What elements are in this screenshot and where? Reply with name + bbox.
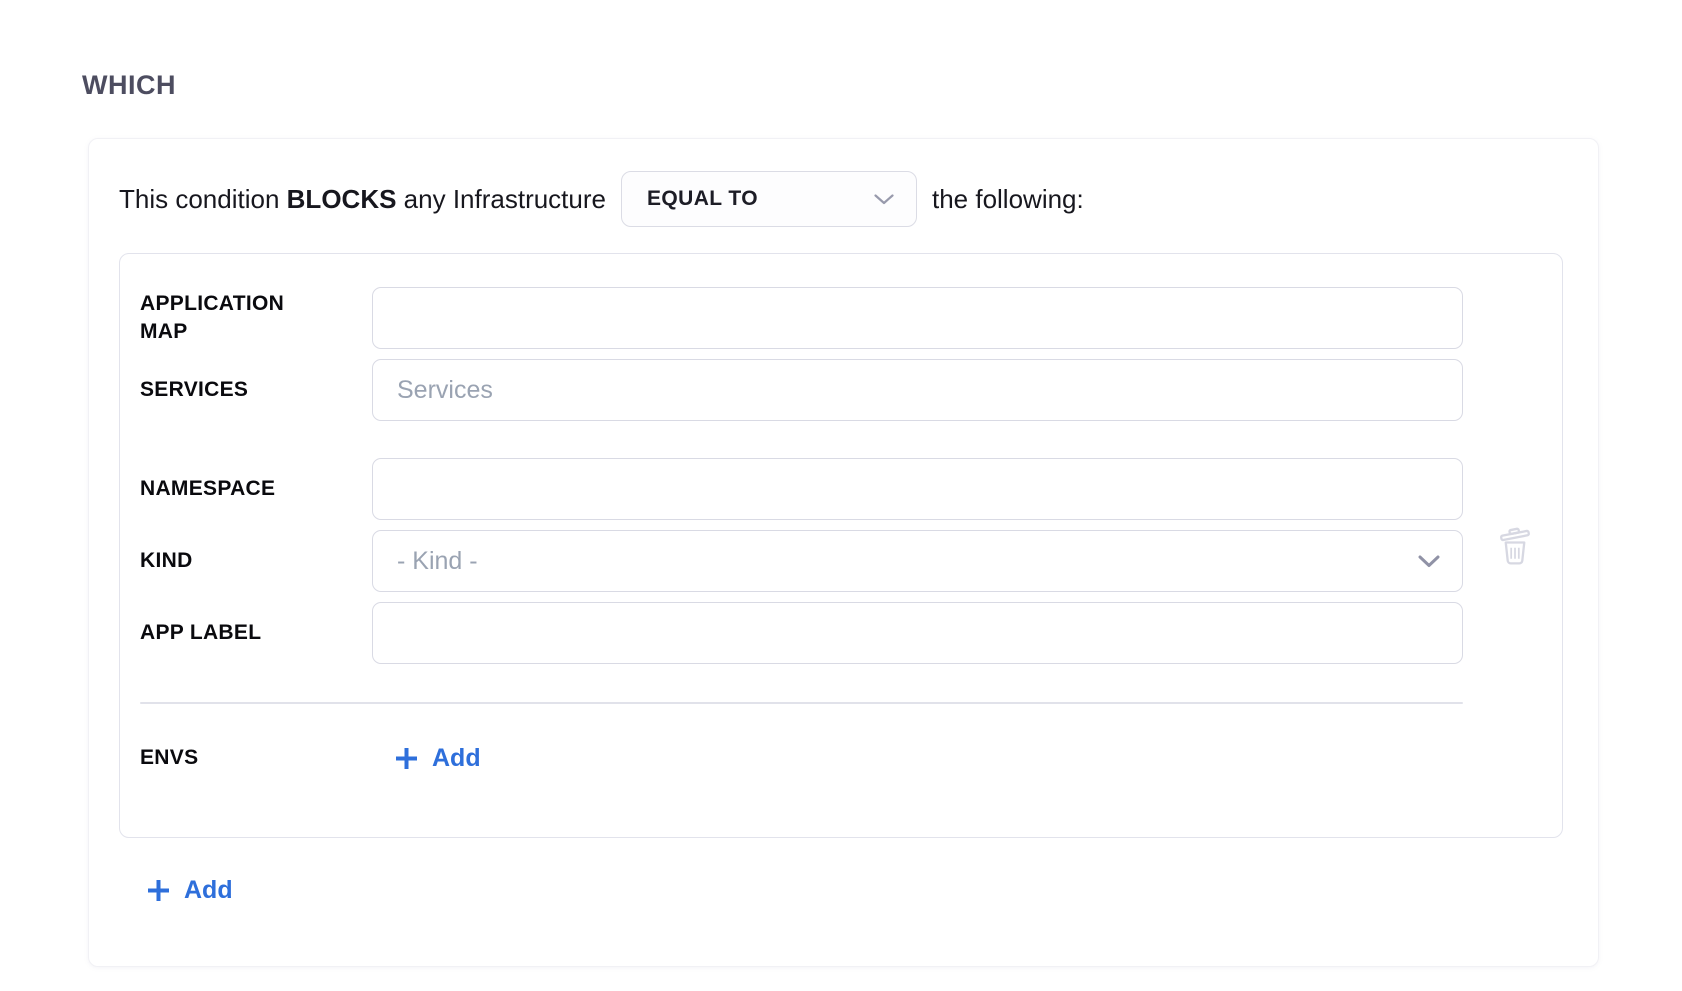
services-label: SERVICES — [140, 376, 372, 404]
kind-label: KIND — [140, 547, 372, 575]
add-env-label: Add — [432, 744, 481, 773]
operator-select[interactable]: EQUAL TO — [621, 171, 917, 227]
condition-text-suffix: the following: — [932, 184, 1084, 215]
infrastructure-fields-card: APPLICATION MAP SERVICES NAMESPACE KIND … — [119, 253, 1563, 838]
field-row-kind: KIND - Kind - — [140, 530, 1463, 592]
trash-icon — [1494, 524, 1536, 568]
field-row-services: SERVICES — [140, 359, 1463, 421]
condition-text-after: any Infrastructure — [404, 184, 606, 214]
app-label-input[interactable] — [372, 602, 1463, 664]
namespace-input[interactable] — [372, 458, 1463, 520]
application-map-label: APPLICATION MAP — [140, 290, 372, 347]
chevron-down-icon — [1418, 555, 1440, 568]
application-map-input[interactable] — [372, 287, 1463, 349]
field-row-application-map: APPLICATION MAP — [140, 287, 1463, 349]
condition-verb: BLOCKS — [287, 184, 397, 214]
envs-label: ENVS — [140, 744, 372, 772]
field-row-app-label: APP LABEL — [140, 602, 1463, 664]
delete-condition-button[interactable] — [1494, 524, 1536, 568]
condition-sentence: This condition BLOCKS any Infrastructure… — [119, 171, 1568, 227]
field-row-envs: ENVS Add — [140, 744, 1562, 773]
kind-placeholder: - Kind - — [397, 547, 478, 576]
plus-icon — [394, 746, 419, 771]
kind-select[interactable]: - Kind - — [372, 530, 1463, 592]
condition-card: This condition BLOCKS any Infrastructure… — [88, 138, 1599, 967]
chevron-down-icon — [874, 194, 894, 205]
condition-text: This condition BLOCKS any Infrastructure — [119, 184, 606, 215]
services-input[interactable] — [372, 359, 1463, 421]
section-title: WHICH — [82, 70, 176, 101]
condition-text-before: This condition — [119, 184, 279, 214]
add-condition-button[interactable]: Add — [146, 876, 233, 905]
operator-value: EQUAL TO — [647, 187, 758, 211]
field-row-namespace: NAMESPACE — [140, 458, 1463, 520]
plus-icon — [146, 878, 171, 903]
namespace-label: NAMESPACE — [140, 475, 372, 503]
row-divider — [140, 702, 1463, 704]
add-condition-label: Add — [184, 876, 233, 905]
add-env-button[interactable]: Add — [394, 744, 481, 773]
app-label-label: APP LABEL — [140, 619, 372, 647]
